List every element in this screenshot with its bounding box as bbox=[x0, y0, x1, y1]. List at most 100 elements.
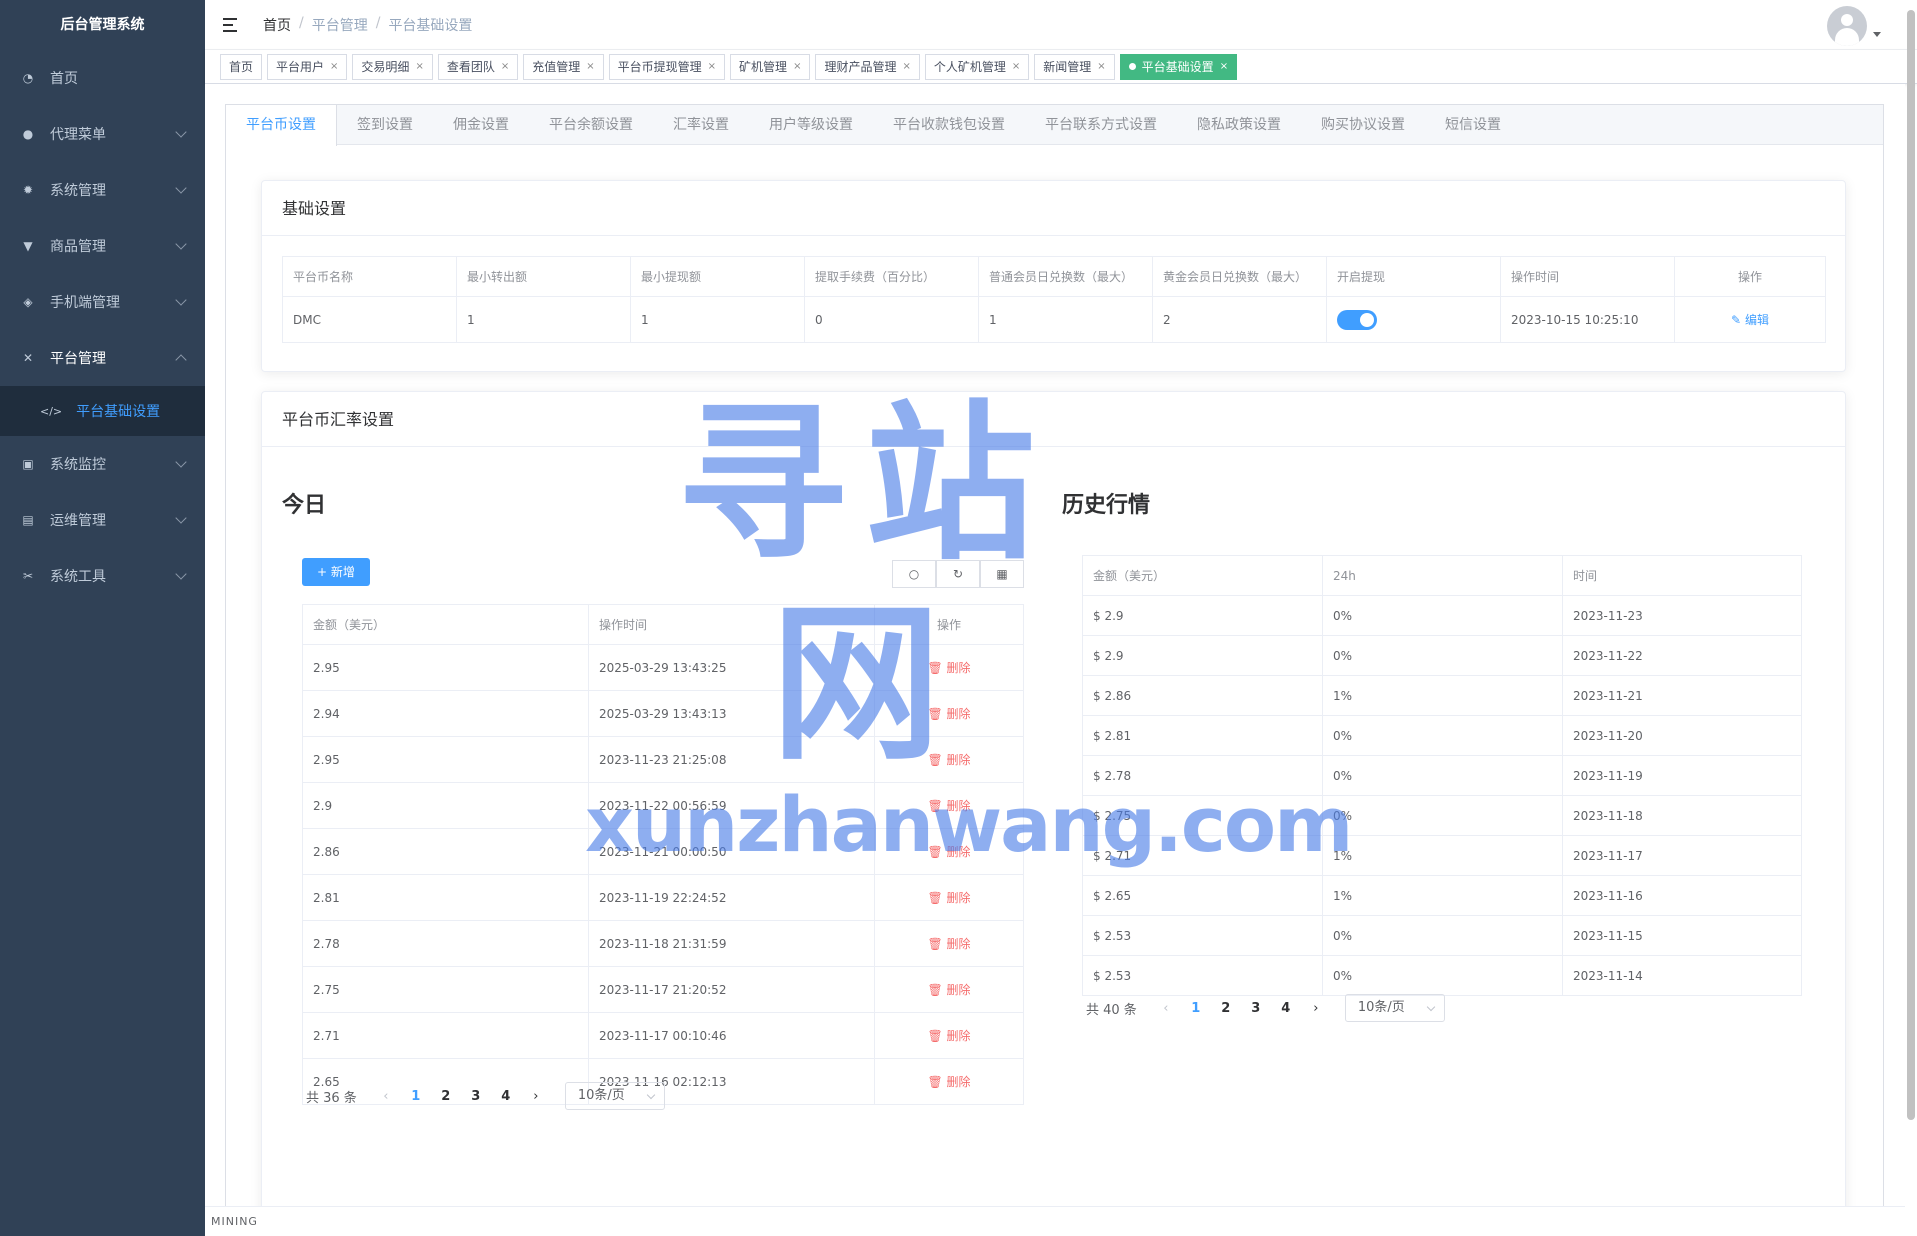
sidebar-item-goods[interactable]: ▼ 商品管理 bbox=[0, 218, 205, 274]
delete-button[interactable]: 🗑 删除 bbox=[927, 1075, 970, 1089]
footer-bar: MINING bbox=[205, 1206, 1905, 1236]
chevron-up-icon bbox=[175, 354, 187, 366]
page-number[interactable]: 2 bbox=[1211, 1001, 1241, 1016]
search-icon[interactable]: ○ bbox=[892, 560, 936, 588]
trash-icon: 🗑 bbox=[927, 891, 943, 905]
table-row: 2.95 2025-03-29 13:43:25 🗑 删除 bbox=[302, 644, 1024, 691]
tab-privacy[interactable]: 隐私政策设置 bbox=[1177, 105, 1301, 145]
close-icon[interactable]: × bbox=[415, 55, 423, 79]
delete-button[interactable]: 🗑 删除 bbox=[927, 891, 970, 905]
tab-balance[interactable]: 平台余额设置 bbox=[529, 105, 653, 145]
chevron-down-icon bbox=[175, 126, 187, 138]
column-header: 24h bbox=[1322, 555, 1563, 596]
trash-icon: 🗑 bbox=[927, 661, 943, 675]
column-header: 金额（美元） bbox=[302, 604, 589, 645]
column-header: 平台币名称 bbox=[282, 256, 457, 297]
sidebar-item-ops[interactable]: ▤ 运维管理 bbox=[0, 492, 205, 548]
sidebar-item-system[interactable]: ✹ 系统管理 bbox=[0, 162, 205, 218]
chevron-down-icon bbox=[175, 512, 187, 524]
close-icon[interactable]: × bbox=[793, 55, 801, 79]
page-number[interactable]: 4 bbox=[1271, 1001, 1301, 1016]
delete-button[interactable]: 🗑 删除 bbox=[927, 661, 970, 675]
trash-icon: 🗑 bbox=[927, 1075, 943, 1089]
close-icon[interactable]: × bbox=[1220, 55, 1228, 79]
close-icon[interactable]: × bbox=[501, 55, 509, 79]
avatar[interactable] bbox=[1827, 6, 1867, 46]
basic-settings-table: 平台币名称 最小转出额 最小提现额 提取手续费（百分比） 普通会员日兑换数（最大… bbox=[282, 256, 1826, 343]
delete-button[interactable]: 🗑 删除 bbox=[927, 845, 970, 859]
close-icon[interactable]: × bbox=[708, 55, 716, 79]
add-button[interactable]: + 新增 bbox=[302, 558, 370, 586]
today-pagination: 共 36 条 ‹ 1 2 3 4 › 10条/页 bbox=[306, 1082, 665, 1110]
sidebar-item-monitor[interactable]: ▣ 系统监控 bbox=[0, 436, 205, 492]
column-header: 时间 bbox=[1562, 555, 1802, 596]
columns-icon[interactable]: ▦ bbox=[980, 560, 1024, 588]
tag-item-active[interactable]: 平台基础设置 × bbox=[1119, 53, 1238, 80]
delete-button[interactable]: 🗑 删除 bbox=[927, 707, 970, 721]
chevron-left-icon[interactable]: ‹ bbox=[371, 1089, 401, 1104]
close-icon[interactable]: × bbox=[330, 55, 338, 79]
tag-item[interactable]: 矿机管理 × bbox=[730, 53, 811, 80]
page-size-select[interactable]: 10条/页 bbox=[1344, 994, 1445, 1022]
page-number[interactable]: 1 bbox=[401, 1089, 431, 1104]
caret-down-icon[interactable] bbox=[1873, 32, 1881, 37]
edit-button[interactable]: ✎ 编辑 bbox=[1731, 313, 1769, 327]
page-number[interactable]: 1 bbox=[1181, 1001, 1211, 1016]
page-number[interactable]: 3 bbox=[1241, 1001, 1271, 1016]
plus-icon: + bbox=[317, 565, 328, 579]
tab-exchange-rate[interactable]: 汇率设置 bbox=[653, 105, 749, 145]
tab-contact[interactable]: 平台联系方式设置 bbox=[1025, 105, 1177, 145]
tag-item[interactable]: 个人矿机管理 × bbox=[924, 53, 1030, 80]
tab-platform-coin[interactable]: 平台币设置 bbox=[226, 105, 337, 146]
delete-button[interactable]: 🗑 删除 bbox=[927, 1029, 970, 1043]
tag-item[interactable]: 充值管理 × bbox=[523, 53, 604, 80]
pagination-total: 共 36 条 bbox=[306, 1090, 357, 1106]
column-header: 金额（美元） bbox=[1082, 555, 1323, 596]
close-icon[interactable]: × bbox=[1097, 55, 1105, 79]
page-number[interactable]: 4 bbox=[491, 1089, 521, 1104]
delete-button[interactable]: 🗑 删除 bbox=[927, 983, 970, 997]
sidebar-item-mobile[interactable]: ◈ 手机端管理 bbox=[0, 274, 205, 330]
tag-item[interactable]: 交易明细 × bbox=[352, 53, 433, 80]
tag-home[interactable]: 首页 bbox=[220, 53, 263, 80]
sidebar-subitem-platform-settings[interactable]: </> 平台基础设置 bbox=[0, 386, 205, 436]
hamburger-icon[interactable] bbox=[223, 17, 241, 32]
chevron-right-icon[interactable]: › bbox=[521, 1089, 551, 1104]
delete-button[interactable]: 🗑 删除 bbox=[927, 937, 970, 951]
chevron-left-icon[interactable]: ‹ bbox=[1151, 1001, 1181, 1016]
tag-item[interactable]: 理财产品管理 × bbox=[815, 53, 920, 80]
delete-button[interactable]: 🗑 删除 bbox=[927, 799, 970, 813]
tag-item[interactable]: 新闻管理 × bbox=[1034, 53, 1115, 80]
sidebar-item-home[interactable]: ◔ 首页 bbox=[0, 50, 205, 106]
chevron-down-icon bbox=[175, 238, 187, 250]
sidebar-item-platform[interactable]: ✕ 平台管理 bbox=[0, 330, 205, 386]
sidebar-item-agent[interactable]: ● 代理菜单 bbox=[0, 106, 205, 162]
tab-purchase-agreement[interactable]: 购买协议设置 bbox=[1301, 105, 1425, 145]
tab-checkin[interactable]: 签到设置 bbox=[337, 105, 433, 145]
refresh-icon[interactable]: ↻ bbox=[936, 560, 980, 588]
tag-item[interactable]: 平台用户 × bbox=[267, 53, 348, 80]
sidebar-item-label: 系统工具 bbox=[50, 569, 106, 585]
tab-user-level[interactable]: 用户等级设置 bbox=[749, 105, 873, 145]
withdraw-toggle[interactable] bbox=[1337, 309, 1377, 330]
close-icon[interactable]: × bbox=[902, 55, 910, 79]
column-header: 黄金会员日兑换数（最大） bbox=[1152, 256, 1327, 297]
tab-sms[interactable]: 短信设置 bbox=[1425, 105, 1521, 145]
scrollbar[interactable] bbox=[1907, 10, 1915, 1120]
page-size-select[interactable]: 10条/页 bbox=[564, 1082, 665, 1110]
delete-button[interactable]: 🗑 删除 bbox=[927, 753, 970, 767]
page-number[interactable]: 2 bbox=[431, 1089, 461, 1104]
close-icon[interactable]: × bbox=[586, 55, 594, 79]
tab-commission[interactable]: 佣金设置 bbox=[433, 105, 529, 145]
chevron-down-icon bbox=[646, 1090, 656, 1100]
breadcrumb-item[interactable]: 首页 bbox=[263, 15, 291, 35]
tag-item[interactable]: 平台币提现管理 × bbox=[608, 53, 726, 80]
close-icon[interactable]: × bbox=[1012, 55, 1020, 79]
tab-wallet[interactable]: 平台收款钱包设置 bbox=[873, 105, 1025, 145]
wrench-icon: ✂ bbox=[22, 569, 34, 583]
page-number[interactable]: 3 bbox=[461, 1089, 491, 1104]
chevron-right-icon[interactable]: › bbox=[1301, 1001, 1331, 1016]
tag-item[interactable]: 查看团队 × bbox=[437, 53, 519, 80]
sidebar-item-tools[interactable]: ✂ 系统工具 bbox=[0, 548, 205, 604]
user-icon: ● bbox=[22, 127, 34, 141]
